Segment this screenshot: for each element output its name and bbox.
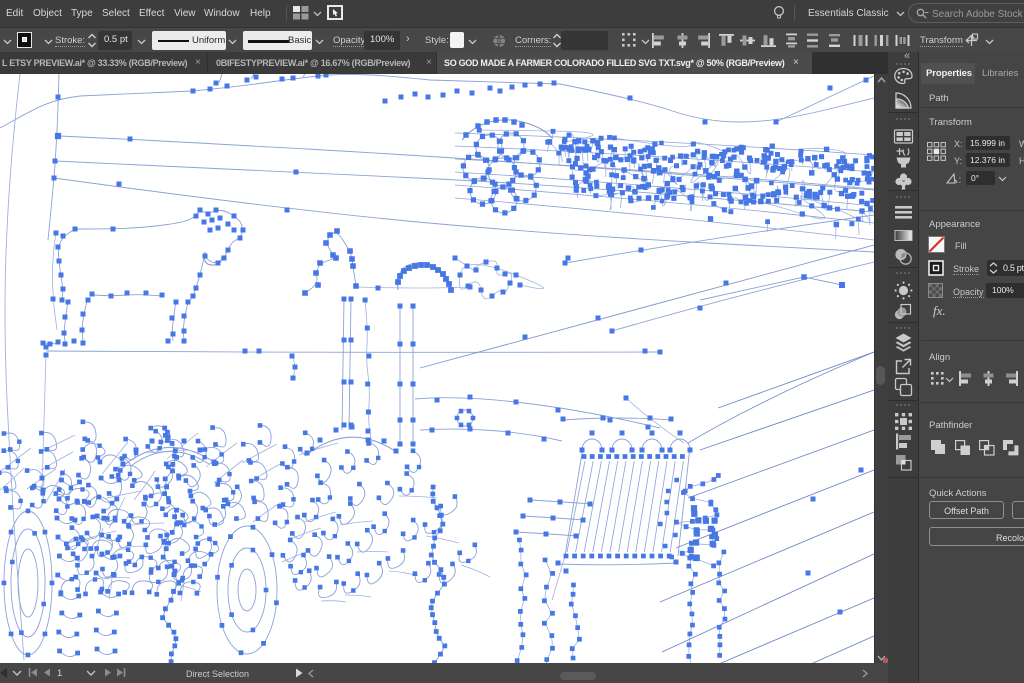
svg-text::: :: [959, 175, 962, 184]
